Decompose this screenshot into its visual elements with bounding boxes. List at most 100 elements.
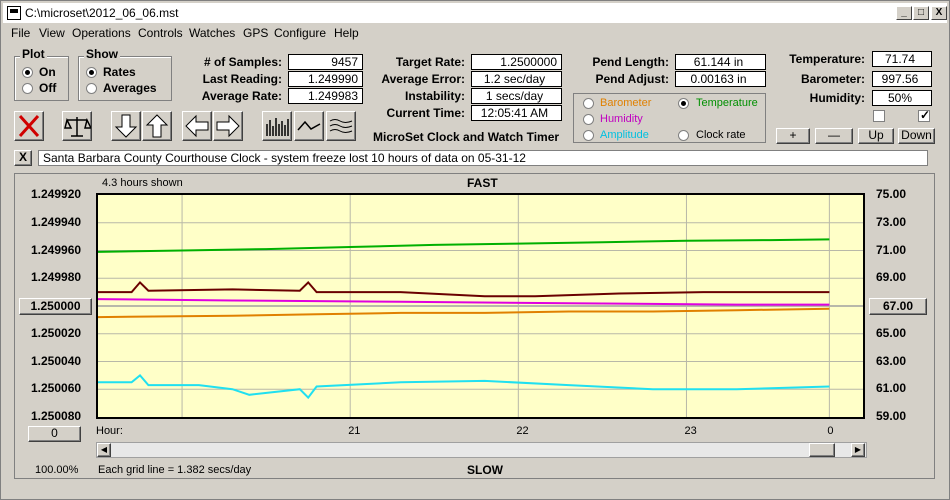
barometer-radio[interactable] (583, 98, 594, 109)
plot-off-label: Off (39, 81, 57, 95)
barometer-label: Barometer: (800, 72, 865, 86)
rates-label: Rates (103, 65, 136, 79)
average-error-label: Average Error: (381, 72, 465, 86)
series-humidity (98, 298, 830, 306)
arrow-down-icon (114, 114, 138, 138)
plot-on-label: On (39, 65, 56, 79)
x-axis-label: Hour: (96, 425, 123, 437)
chart-svg (98, 195, 863, 417)
current-time-label: Current Time: (386, 106, 465, 120)
clear-button[interactable] (14, 111, 44, 141)
y-right-tick-label: 63.00 (876, 353, 907, 368)
x-tick-label: 23 (684, 425, 697, 437)
menu-operations[interactable]: Operations (72, 26, 131, 40)
instability-label: Instability: (404, 89, 465, 103)
right-arrow-button[interactable] (213, 111, 243, 141)
series-amplitude (98, 374, 830, 400)
instability-value: 1 secs/day (471, 88, 562, 104)
y-right-tick-label: 73.00 (876, 214, 907, 229)
amplitude-radio[interactable] (583, 130, 594, 141)
scale-down-button[interactable]: Down (898, 128, 935, 144)
temperature-value: 71.74 (872, 51, 932, 67)
menu-help[interactable]: Help (334, 26, 359, 40)
close-button[interactable]: X (931, 6, 947, 20)
samples-value: 9457 (288, 54, 363, 70)
plot-on-radio[interactable] (22, 67, 33, 78)
grid-note: Each grid line = 1.382 secs/day (98, 464, 252, 476)
menu-view[interactable]: View (39, 26, 65, 40)
humidity-radio[interactable] (583, 114, 594, 125)
message-close-button[interactable]: X (14, 150, 32, 166)
y-right-tick-label: 61.00 (876, 381, 907, 396)
y-left-tick-label: 1.250060 (31, 381, 82, 396)
plot-area[interactable] (96, 193, 865, 419)
menu-configure[interactable]: Configure (274, 26, 326, 40)
scroll-left-icon[interactable]: ◀ (97, 443, 111, 457)
fast-label: FAST (467, 176, 498, 190)
pend-adjust-label: Pend Adjust: (595, 72, 669, 86)
menu-file[interactable]: File (11, 26, 30, 40)
minimize-button[interactable]: _ (896, 6, 912, 20)
series-clock-rate (98, 280, 830, 298)
multi-line-view-button[interactable] (326, 111, 356, 141)
scale-plus-button[interactable]: + (776, 128, 810, 144)
bar-view-button[interactable] (262, 111, 292, 141)
average-rate-value: 1.249983 (288, 88, 363, 104)
checkbox-right[interactable]: ✓ (918, 108, 930, 122)
y-left-tick-label: 1.249960 (31, 242, 82, 257)
red-x-icon (18, 114, 40, 138)
window-title: C:\microset\2012_06_06.mst (25, 6, 179, 20)
horizontal-scrollbar[interactable]: ◀ ▶ (96, 442, 867, 458)
clock-rate-radio[interactable] (678, 130, 689, 141)
target-rate-label: Target Rate: (395, 55, 465, 69)
up-arrow-button[interactable] (142, 111, 172, 141)
maximize-button[interactable]: □ (913, 6, 929, 20)
checkbox-left[interactable] (873, 110, 885, 122)
rates-radio[interactable] (86, 67, 97, 78)
menu-gps[interactable]: GPS (243, 26, 268, 40)
samples-label: # of Samples: (203, 55, 282, 69)
pend-length-label: Pend Length: (592, 55, 669, 69)
scroll-thumb[interactable] (809, 443, 835, 457)
y-right-tick-label: 59.00 (876, 409, 907, 423)
temperature-radio[interactable] (678, 98, 689, 109)
average-rate-label: Average Rate: (201, 89, 282, 103)
arrow-left-icon (185, 114, 209, 138)
menu-watches[interactable]: Watches (189, 26, 235, 40)
balance-button[interactable] (62, 111, 93, 141)
clock-rate-option[interactable]: Clock rate (696, 129, 746, 141)
y-right-tick-label: 75.00 (876, 187, 907, 201)
line-chart-icon (297, 120, 321, 131)
pend-adjust-value: 0.00163 in (675, 71, 766, 87)
left-arrow-button[interactable] (182, 111, 212, 141)
offset-button[interactable]: 0 (28, 426, 81, 442)
y-left-tick-label: 1.249980 (31, 270, 82, 285)
amplitude-option[interactable]: Amplitude (600, 129, 649, 141)
averages-label: Averages (103, 81, 157, 95)
balance-scale-icon (64, 117, 93, 137)
scale-minus-button[interactable]: — (815, 128, 853, 144)
app-icon[interactable] (7, 6, 21, 20)
y-right-tick-label: 65.00 (876, 325, 907, 340)
x-tick-label: 22 (516, 425, 529, 437)
temperature-option[interactable]: Temperature (696, 97, 758, 109)
down-arrow-button[interactable] (111, 111, 141, 141)
barometer-option[interactable]: Barometer (600, 97, 651, 109)
message-field[interactable]: Santa Barbara County Courthouse Clock - … (38, 150, 928, 166)
last-reading-value: 1.249990 (288, 71, 363, 87)
arrow-up-icon (145, 114, 169, 138)
line-view-button[interactable] (294, 111, 324, 141)
humidity-option[interactable]: Humidity (600, 113, 643, 125)
y-right-tick-label: 71.00 (876, 242, 907, 257)
left-center-button[interactable]: 1.250000 (19, 298, 92, 315)
averages-radio[interactable] (86, 83, 97, 94)
hours-shown: 4.3 hours shown (102, 177, 183, 189)
y-left-tick-label: 1.249940 (31, 214, 82, 229)
scroll-right-icon[interactable]: ▶ (851, 443, 865, 457)
y-left-tick-label: 1.249920 (31, 187, 82, 201)
plot-off-radio[interactable] (22, 83, 33, 94)
right-center-button[interactable]: 67.00 (869, 298, 927, 315)
scale-up-button[interactable]: Up (858, 128, 894, 144)
menu-controls[interactable]: Controls (138, 26, 183, 40)
humidity-label: Humidity: (809, 91, 865, 105)
